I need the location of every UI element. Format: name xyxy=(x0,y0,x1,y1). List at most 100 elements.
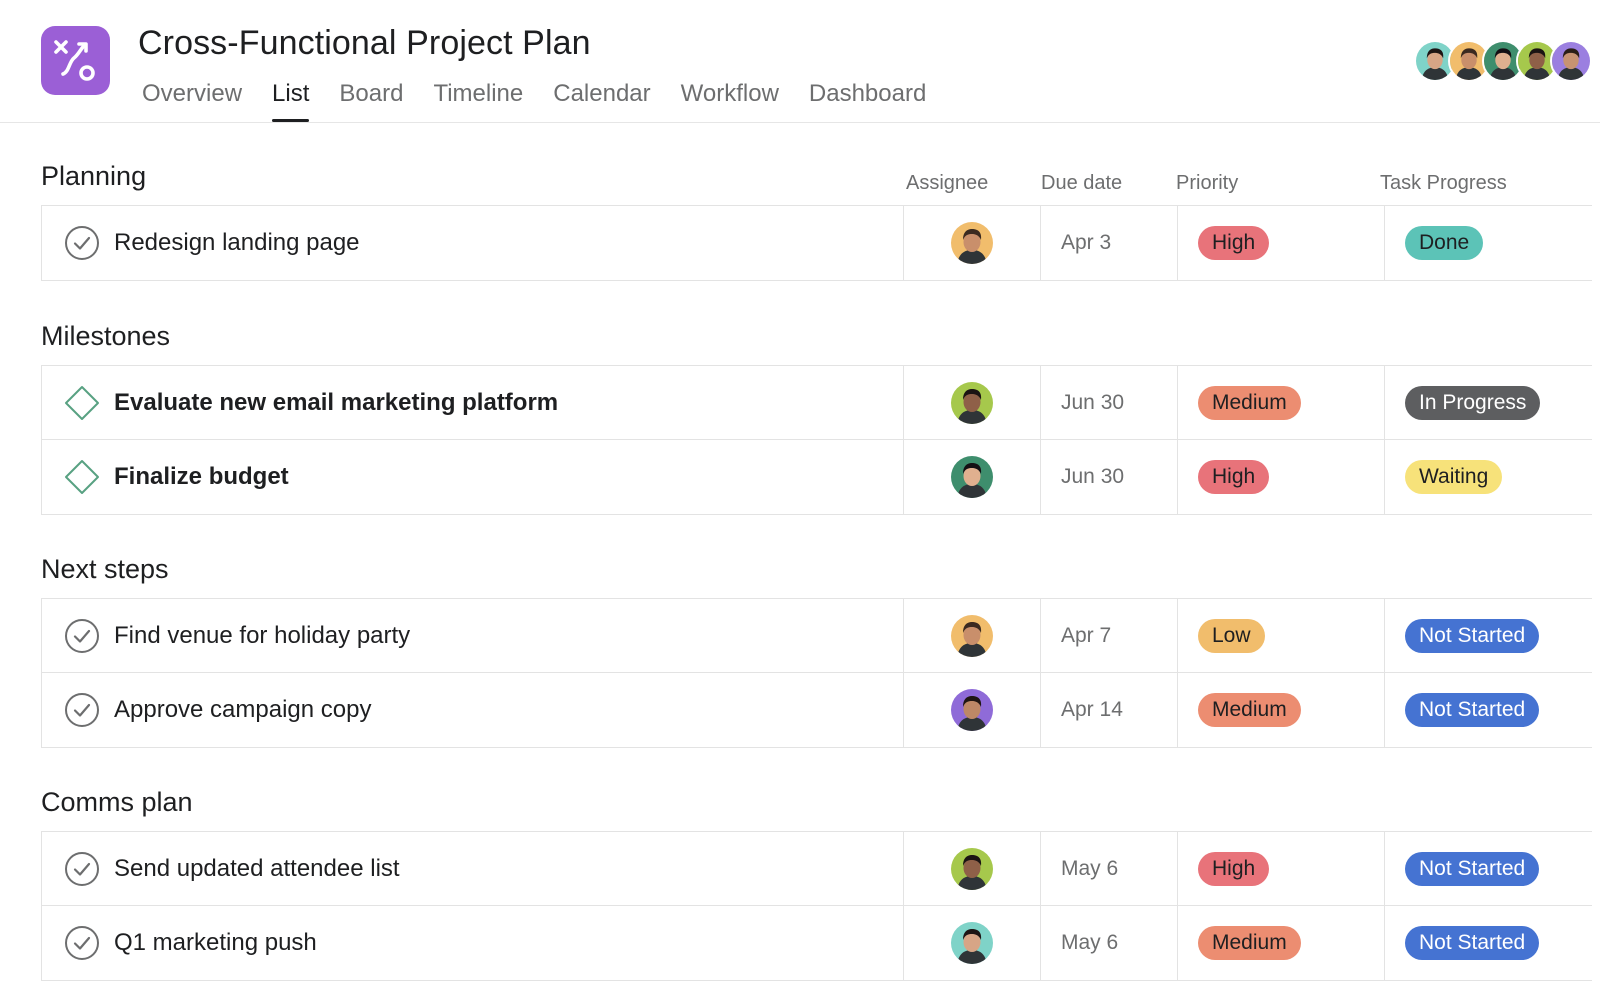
progress-cell[interactable]: Not Started xyxy=(1385,599,1592,672)
progress-cell[interactable]: Done xyxy=(1385,206,1592,280)
task-name[interactable]: Redesign landing page xyxy=(114,229,360,257)
task-name[interactable]: Evaluate new email marketing platform xyxy=(114,389,558,417)
project-header: Cross-Functional Project Plan Overview Li… xyxy=(0,0,1600,123)
task-row[interactable]: Evaluate new email marketing platform Jun… xyxy=(42,366,1592,440)
tab-workflow[interactable]: Workflow xyxy=(681,78,779,123)
due-date[interactable]: Apr 7 xyxy=(1041,599,1178,672)
priority-cell[interactable]: High xyxy=(1178,440,1385,514)
tab-board[interactable]: Board xyxy=(339,78,403,123)
task-row[interactable]: Find venue for holiday party Apr 7 Low Not … xyxy=(42,599,1592,673)
task-name[interactable]: Q1 marketing push xyxy=(114,929,317,957)
progress-cell[interactable]: In Progress xyxy=(1385,366,1592,439)
tab-overview[interactable]: Overview xyxy=(142,78,242,123)
assignee-avatar[interactable] xyxy=(951,922,993,964)
task-name-cell[interactable]: Q1 marketing push xyxy=(42,906,904,980)
column-header-task-progress[interactable]: Task Progress xyxy=(1380,172,1507,195)
task-name[interactable]: Find venue for holiday party xyxy=(114,622,410,650)
column-header-priority[interactable]: Priority xyxy=(1176,172,1238,195)
progress-badge[interactable]: Waiting xyxy=(1405,460,1503,494)
task-name[interactable]: Approve campaign copy xyxy=(114,696,371,724)
assignee-avatar[interactable] xyxy=(951,689,993,731)
check-circle-icon[interactable] xyxy=(64,692,100,728)
task-row[interactable]: Q1 marketing push May 6 Medium Not Started xyxy=(42,906,1592,980)
assignee-cell[interactable] xyxy=(904,673,1041,747)
due-date[interactable]: Apr 3 xyxy=(1041,206,1178,280)
section-title[interactable]: Planning xyxy=(41,161,146,192)
tab-timeline[interactable]: Timeline xyxy=(433,78,523,123)
assignee-cell[interactable] xyxy=(904,206,1041,280)
assignee-cell[interactable] xyxy=(904,599,1041,672)
priority-badge[interactable]: High xyxy=(1198,226,1270,260)
view-tabs: Overview List Board Timeline Calendar Workflo… xyxy=(142,78,956,123)
milestone-diamond-icon[interactable] xyxy=(64,385,100,421)
progress-cell[interactable]: Not Started xyxy=(1385,673,1592,747)
progress-badge[interactable]: Not Started xyxy=(1405,926,1540,960)
priority-badge[interactable]: Low xyxy=(1198,618,1265,653)
priority-badge[interactable]: Medium xyxy=(1198,385,1301,420)
due-date[interactable]: Jun 30 xyxy=(1041,440,1178,514)
progress-badge[interactable]: Not Started xyxy=(1405,618,1540,653)
task-row[interactable]: Finalize budget Jun 30 High Waiting xyxy=(42,440,1592,514)
task-name-cell[interactable]: Finalize budget xyxy=(42,440,904,514)
check-circle-icon[interactable] xyxy=(64,851,100,887)
priority-cell[interactable]: Low xyxy=(1178,599,1385,672)
due-date[interactable]: Jun 30 xyxy=(1041,366,1178,439)
task-row[interactable]: Send updated attendee list May 6 High Not S… xyxy=(42,832,1592,906)
priority-cell[interactable]: Medium xyxy=(1178,673,1385,747)
tab-calendar[interactable]: Calendar xyxy=(553,78,650,123)
progress-cell[interactable]: Not Started xyxy=(1385,906,1592,980)
due-date[interactable]: May 6 xyxy=(1041,832,1178,905)
column-header-assignee[interactable]: Assignee xyxy=(906,172,988,195)
priority-cell[interactable]: High xyxy=(1178,832,1385,905)
task-name-cell[interactable]: Evaluate new email marketing platform xyxy=(42,366,904,439)
assignee-cell[interactable] xyxy=(904,906,1041,980)
section-task-grid: Redesign landing page Apr 3 High Done xyxy=(41,205,1592,281)
check-circle-icon[interactable] xyxy=(64,925,100,961)
priority-badge[interactable]: High xyxy=(1198,851,1270,886)
priority-badge[interactable]: Medium xyxy=(1198,693,1301,727)
assignee-avatar[interactable] xyxy=(951,847,993,890)
tab-list[interactable]: List xyxy=(272,78,310,123)
assignee-avatar[interactable] xyxy=(951,614,993,657)
progress-cell[interactable]: Waiting xyxy=(1385,440,1592,514)
progress-badge[interactable]: Not Started xyxy=(1405,693,1540,727)
section-title[interactable]: Comms plan xyxy=(41,787,193,818)
assignee-cell[interactable] xyxy=(904,366,1041,439)
project-path-icon[interactable] xyxy=(41,26,110,95)
progress-badge[interactable]: Done xyxy=(1405,226,1484,260)
priority-cell[interactable]: Medium xyxy=(1178,906,1385,980)
task-name[interactable]: Finalize budget xyxy=(114,463,289,491)
priority-badge[interactable]: High xyxy=(1198,460,1270,494)
section-title[interactable]: Next steps xyxy=(41,554,169,585)
project-title: Cross-Functional Project Plan xyxy=(138,24,591,62)
task-name-cell[interactable]: Redesign landing page xyxy=(42,206,904,280)
tab-dashboard[interactable]: Dashboard xyxy=(809,78,926,123)
task-name-cell[interactable]: Send updated attendee list xyxy=(42,832,904,905)
check-circle-icon[interactable] xyxy=(64,618,100,654)
assignee-avatar[interactable] xyxy=(951,222,993,264)
task-name-cell[interactable]: Find venue for holiday party xyxy=(42,599,904,672)
check-circle-icon[interactable] xyxy=(64,225,100,261)
section-task-grid: Find venue for holiday party Apr 7 Low Not … xyxy=(41,598,1592,748)
due-date[interactable]: May 6 xyxy=(1041,906,1178,980)
assignee-avatar[interactable] xyxy=(951,456,993,498)
task-row[interactable]: Approve campaign copy Apr 14 Medium Not Sta… xyxy=(42,673,1592,747)
assignee-cell[interactable] xyxy=(904,832,1041,905)
priority-badge[interactable]: Medium xyxy=(1198,926,1301,960)
due-date[interactable]: Apr 14 xyxy=(1041,673,1178,747)
milestone-diamond-icon[interactable] xyxy=(64,459,100,495)
priority-cell[interactable]: High xyxy=(1178,206,1385,280)
member-avatar[interactable] xyxy=(1550,40,1592,82)
assignee-avatar[interactable] xyxy=(951,381,993,424)
column-header-due-date[interactable]: Due date xyxy=(1041,172,1122,195)
task-name-cell[interactable]: Approve campaign copy xyxy=(42,673,904,747)
task-row[interactable]: Redesign landing page Apr 3 High Done xyxy=(42,206,1592,280)
project-members[interactable] xyxy=(1414,40,1592,82)
assignee-cell[interactable] xyxy=(904,440,1041,514)
section-title[interactable]: Milestones xyxy=(41,321,170,352)
progress-badge[interactable]: Not Started xyxy=(1405,851,1540,886)
progress-cell[interactable]: Not Started xyxy=(1385,832,1592,905)
task-name[interactable]: Send updated attendee list xyxy=(114,855,400,883)
progress-badge[interactable]: In Progress xyxy=(1405,385,1541,420)
priority-cell[interactable]: Medium xyxy=(1178,366,1385,439)
